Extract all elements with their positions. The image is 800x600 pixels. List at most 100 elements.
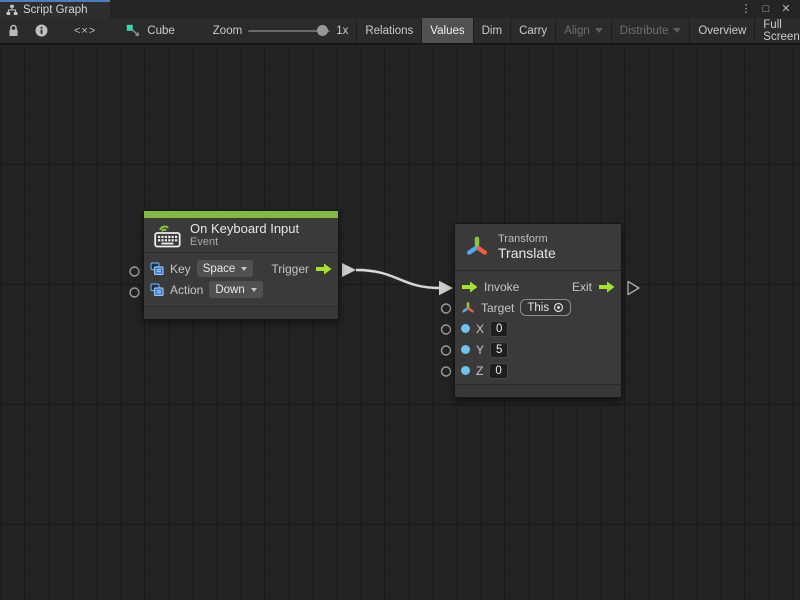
z-label: Z [476,364,483,378]
zoom-control: Zoom 1x [187,18,357,43]
action-label: Action [170,283,203,297]
titlebar: Script Graph ⋮ □ ✕ [0,0,800,18]
x-value-input[interactable]: 0 [490,321,508,337]
y-row: Y 5 [461,339,615,360]
carry-button[interactable]: Carry [510,18,555,43]
enum-type-icon [150,262,164,276]
y-value-port-icon [461,345,470,354]
full-screen-button[interactable]: Full Screen [754,18,800,43]
action-value: Down [215,284,244,296]
keyboard-event-icon [154,222,181,248]
target-this-button[interactable]: This [520,299,571,316]
toolbar-toggles: Relations Values Dim Carry Align Distrib… [356,18,800,43]
transform-type-icon [461,301,475,315]
key-row: Key Space Trigger [150,258,332,279]
script-graph-window: Script Graph ⋮ □ ✕ <×> [0,0,800,600]
action-row: Action Down [150,279,332,300]
y-value-input[interactable]: 5 [490,342,508,358]
enum-type-icon [150,283,164,297]
invoke-input-port[interactable] [461,281,478,293]
key-label: Key [170,262,191,276]
zoom-slider-handle[interactable] [317,25,328,36]
overview-button[interactable]: Overview [689,18,754,43]
event-accent-bar [144,211,338,218]
chevron-down-icon [595,28,603,33]
translate-z-port[interactable] [442,367,451,376]
event-node-title: On Keyboard Input [190,221,299,236]
maximize-icon[interactable]: □ [758,1,774,17]
invoke-row: Invoke Exit [461,276,615,297]
info-icon [35,24,48,37]
target-row: Target This [461,297,615,318]
graph-canvas[interactable]: On Keyboard Input Event Key Spac [0,44,800,600]
code-icon: <×> [74,25,96,37]
graph-hierarchy-icon [6,4,18,16]
dim-button[interactable]: Dim [473,18,510,43]
translate-node-body: Invoke Exit [455,271,621,381]
translate-node-header: Transform Translate [455,224,621,271]
lock-button[interactable] [0,18,27,43]
wire-start-triangle[interactable] [342,263,356,277]
x-label: X [476,322,484,336]
event-node-subtitle: Event [190,236,299,249]
zoom-label: Zoom [213,25,242,37]
values-label: Values [430,25,464,37]
target-picker-icon [553,302,564,313]
transform-icon [465,235,489,259]
exit-output-port[interactable] [598,281,615,293]
connections-layer [0,44,800,600]
exit-flow-port[interactable] [628,282,639,295]
target-name-label: Cube [147,25,175,37]
window-menu-icon[interactable]: ⋮ [738,1,754,17]
key-dropdown[interactable]: Space [197,260,254,277]
target-value: This [527,302,549,314]
values-button[interactable]: Values [421,18,472,43]
x-value-port-icon [461,324,470,333]
close-icon[interactable]: ✕ [778,1,794,17]
target-label: Target [481,301,514,315]
graph-target-button[interactable]: Cube [114,18,187,43]
event-action-port[interactable] [130,288,139,297]
z-value-port-icon [461,366,470,375]
on-keyboard-input-node[interactable]: On Keyboard Input Event Key Spac [143,210,339,320]
y-label: Y [476,343,484,357]
dim-label: Dim [482,25,502,37]
align-button[interactable]: Align [555,18,611,43]
chevron-down-icon [673,28,681,33]
trigger-output-port[interactable] [315,263,332,275]
translate-target-port[interactable] [442,304,451,313]
translate-node-footer [455,384,621,397]
z-value-input[interactable]: 0 [489,363,507,379]
relations-button[interactable]: Relations [356,18,421,43]
event-node-header: On Keyboard Input Event [144,218,338,253]
lock-icon [8,24,19,37]
action-dropdown[interactable]: Down [209,281,262,298]
zoom-slider-track[interactable] [248,30,330,32]
carry-label: Carry [519,25,547,37]
node-target-icon [126,24,140,37]
invoke-label: Invoke [484,280,519,294]
graph-toolbar: <×> Cube Zoom 1x Relations Values [0,18,800,44]
distribute-button[interactable]: Distribute [611,18,690,43]
z-row: Z 0 [461,360,615,381]
event-node-footer [144,306,338,319]
code-view-button[interactable]: <×> [56,18,114,43]
zoom-value: 1x [336,25,348,37]
translate-x-port[interactable] [442,325,451,334]
event-node-body: Key Space Trigger [144,253,338,300]
translate-y-port[interactable] [442,346,451,355]
tab-label: Script Graph [23,4,88,16]
chevron-down-icon [251,288,257,292]
trigger-label: Trigger [271,262,309,276]
x-row: X 0 [461,318,615,339]
overview-label: Overview [698,25,746,37]
tab-script-graph[interactable]: Script Graph [0,0,110,18]
full-screen-label: Full Screen [763,19,799,43]
info-button[interactable] [27,18,56,43]
distribute-label: Distribute [620,25,669,37]
chevron-down-icon [241,267,247,271]
wire-arrowhead [439,281,453,295]
translate-node[interactable]: Transform Translate Invoke Exit [454,223,622,398]
event-key-port[interactable] [130,267,139,276]
titlebar-spacer [110,0,738,18]
